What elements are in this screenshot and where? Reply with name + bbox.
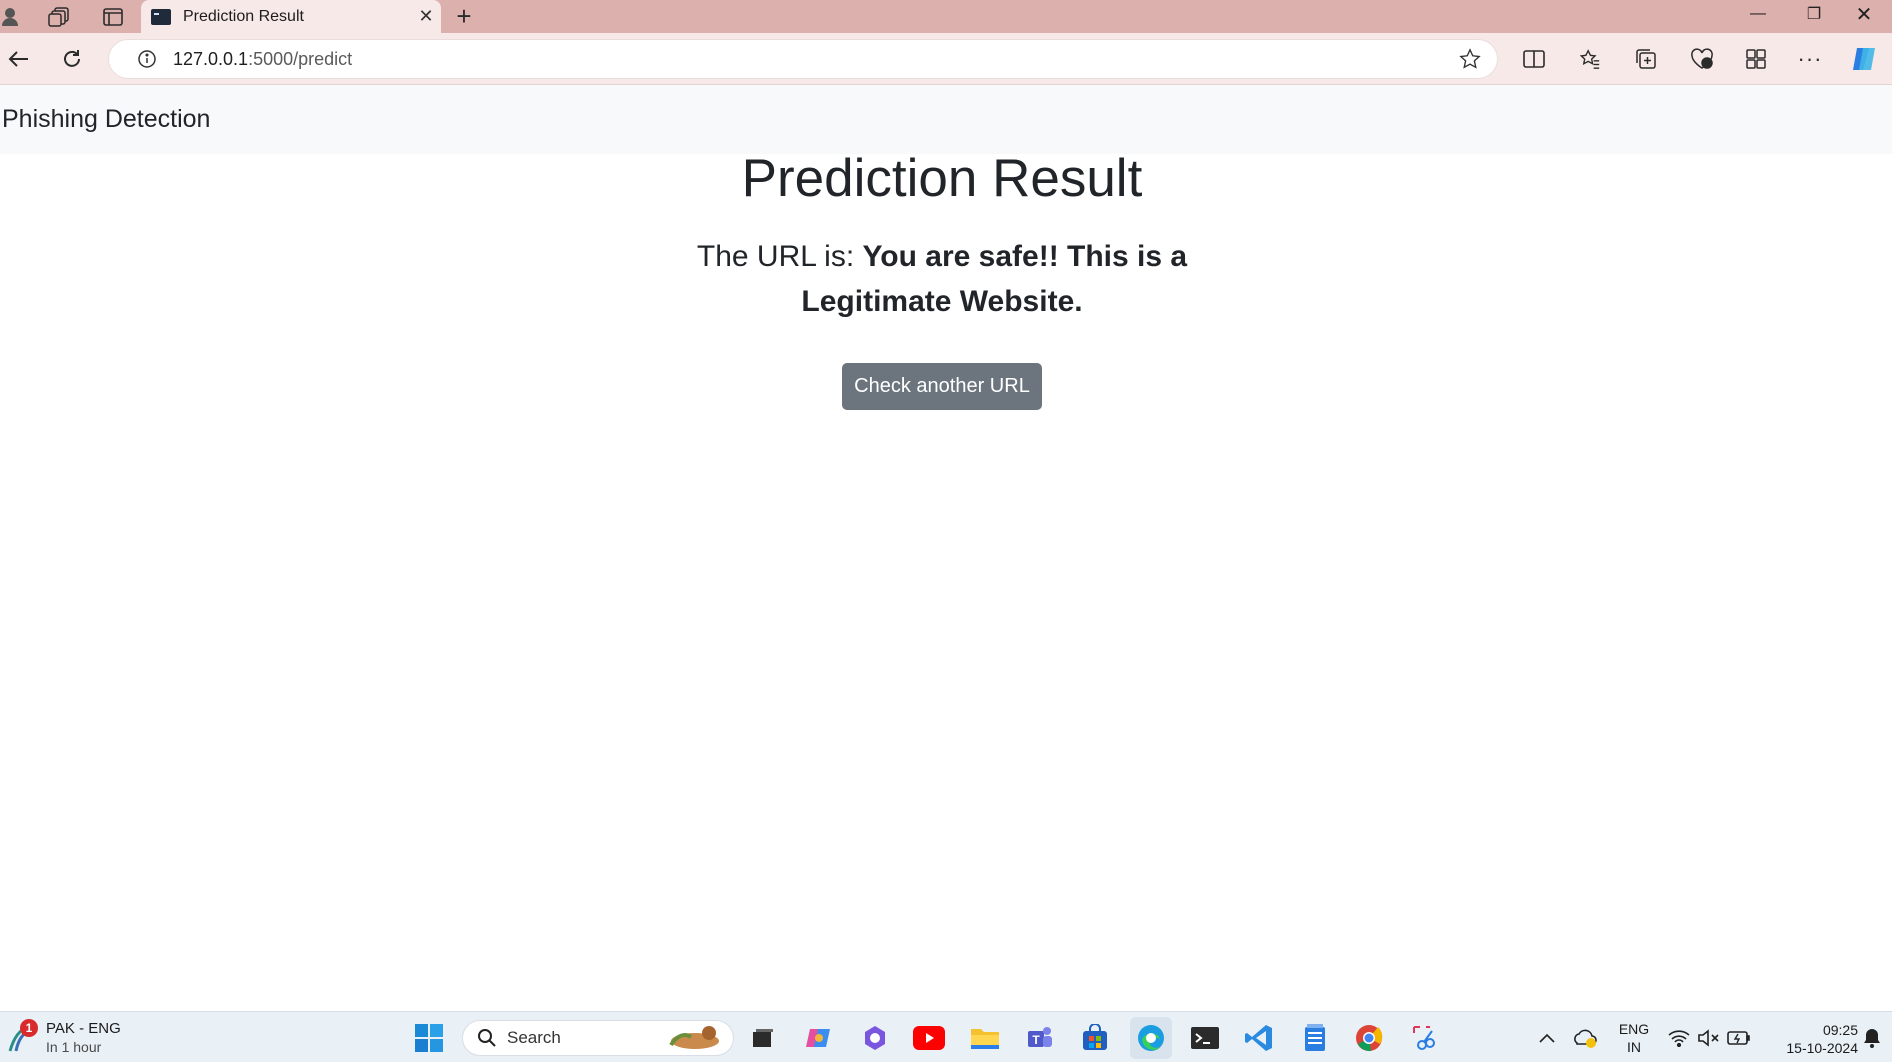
task-view-icon[interactable] xyxy=(746,1021,780,1055)
check-another-url-button[interactable]: Check another URL xyxy=(842,363,1042,410)
store-icon[interactable] xyxy=(1078,1021,1112,1055)
language-region[interactable]: IN xyxy=(1614,1038,1654,1056)
vertical-tabs-icon[interactable] xyxy=(98,0,128,33)
search-icon xyxy=(477,1028,497,1048)
window-close-button[interactable]: ✕ xyxy=(1836,0,1892,28)
search-highlight-icon xyxy=(663,1023,725,1053)
browser-essentials-icon[interactable] xyxy=(1684,41,1720,77)
favorites-icon[interactable] xyxy=(1572,41,1608,77)
notification-badge: 1 xyxy=(20,1019,38,1037)
notifications-icon[interactable] xyxy=(1858,1021,1886,1055)
new-tab-button[interactable]: + xyxy=(450,0,478,33)
teams-icon[interactable]: T xyxy=(1022,1021,1056,1055)
search-label: Search xyxy=(507,1028,561,1047)
tab-close-icon[interactable]: ✕ xyxy=(411,6,441,27)
browser-toolbar: 127.0.0.1:5000/predict ··· xyxy=(0,33,1892,85)
chevron-up-icon[interactable] xyxy=(1530,1021,1564,1055)
workspaces-icon[interactable] xyxy=(44,0,74,33)
youtube-icon[interactable] xyxy=(912,1021,946,1055)
extensions-icon[interactable] xyxy=(1738,41,1774,77)
svg-text:T: T xyxy=(1032,1033,1040,1047)
active-tab[interactable]: Prediction Result ✕ xyxy=(141,0,441,33)
onedrive-warning-icon[interactable] xyxy=(1568,1021,1602,1055)
restore-button[interactable]: ❐ xyxy=(1786,0,1842,28)
terminal-icon[interactable] xyxy=(1188,1021,1222,1055)
result-prefix: The URL is: xyxy=(696,240,863,273)
weather-line2: In 1 hour xyxy=(46,1039,102,1055)
favorite-star-icon[interactable] xyxy=(1459,48,1481,75)
app-navbar: Phishing Detection xyxy=(0,85,1892,154)
navbar-brand[interactable]: Phishing Detection xyxy=(2,105,210,134)
minimize-button[interactable]: — xyxy=(1730,0,1786,28)
back-arrow-icon[interactable] xyxy=(0,41,36,77)
wifi-icon[interactable] xyxy=(1662,1021,1696,1055)
profile-icon[interactable] xyxy=(0,0,24,33)
more-menu-icon[interactable]: ··· xyxy=(1792,41,1828,77)
site-info-icon[interactable] xyxy=(127,49,167,69)
chrome-icon[interactable] xyxy=(1352,1021,1386,1055)
file-explorer-icon[interactable] xyxy=(968,1021,1002,1055)
refresh-icon[interactable] xyxy=(54,41,90,77)
page-title: Prediction Result xyxy=(741,149,1143,208)
page-viewport: Phishing Detection Prediction Result The… xyxy=(0,85,1892,1011)
taskbar-search[interactable]: Search xyxy=(462,1020,734,1056)
split-screen-icon[interactable] xyxy=(1516,41,1552,77)
tab-title: Prediction Result xyxy=(183,7,304,25)
result-message: The URL is: You are safe!! This is a Leg… xyxy=(622,234,1262,324)
vscode-icon[interactable] xyxy=(1242,1021,1276,1055)
copilot-app-icon[interactable] xyxy=(802,1021,836,1055)
language-code[interactable]: ENG xyxy=(1614,1020,1654,1038)
volume-muted-icon[interactable] xyxy=(1692,1021,1726,1055)
url-text: 127.0.0.1:5000/predict xyxy=(173,48,353,69)
snipping-tool-icon[interactable] xyxy=(1408,1021,1442,1055)
copilot-icon[interactable] xyxy=(1846,41,1882,77)
terminal-favicon-icon xyxy=(151,8,171,25)
battery-icon[interactable] xyxy=(1722,1021,1756,1055)
weather-line1: PAK - ENG xyxy=(46,1020,121,1037)
collections-icon[interactable] xyxy=(1628,41,1664,77)
weather-widget[interactable]: 1 PAK - ENG In 1 hour xyxy=(6,1019,121,1056)
address-bar[interactable]: 127.0.0.1:5000/predict xyxy=(108,39,1498,79)
cricket-icon: 1 xyxy=(6,1019,38,1053)
browser-title-bar: Prediction Result ✕ + — ❐ ✕ xyxy=(0,0,1892,33)
windows-taskbar: 1 PAK - ENG In 1 hour Search T ENG IN 09… xyxy=(0,1011,1892,1062)
edge-browser-icon[interactable] xyxy=(1130,1017,1172,1059)
clock-time[interactable]: 09:25 xyxy=(1764,1021,1858,1039)
notepad-icon[interactable] xyxy=(1298,1021,1332,1055)
meta-app-icon[interactable] xyxy=(858,1021,892,1055)
clock-date[interactable]: 15-10-2024 xyxy=(1764,1039,1858,1057)
start-windows-icon[interactable] xyxy=(412,1021,446,1055)
